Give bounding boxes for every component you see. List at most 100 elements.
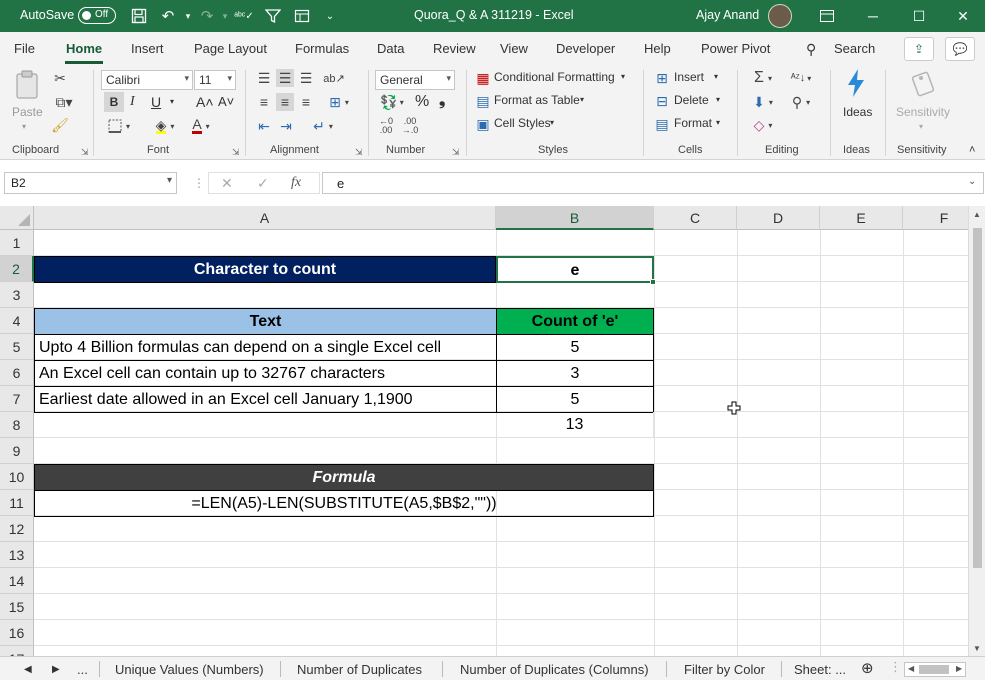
percent-style-button[interactable]: % [415,93,429,111]
tab-review[interactable]: Review [433,41,476,56]
align-right-icon[interactable]: ≡ [298,94,314,110]
row-header[interactable]: 3 [0,282,34,308]
row-header[interactable]: 10 [0,464,34,490]
accounting-format-icon[interactable]: 💱 ▾ [376,94,408,110]
row-header[interactable]: 8 [0,412,34,438]
sheet-tab[interactable]: Unique Values (Numbers) [115,662,264,677]
filter-icon[interactable] [263,6,283,26]
chevron-down-icon[interactable]: ▾ [716,95,720,104]
scrollbar-thumb[interactable] [919,665,949,674]
share-icon[interactable]: ⇪ [904,37,934,61]
clipboard-launcher-icon[interactable]: ⇲ [81,147,89,158]
select-all-corner[interactable] [0,206,34,230]
sensitivity-dropdown-icon[interactable]: ▾ [919,122,923,131]
alignment-launcher-icon[interactable]: ⇲ [355,147,363,158]
save-icon[interactable] [129,6,149,26]
cell-b7[interactable]: 5 [496,386,654,413]
cell-a4[interactable]: Text [34,308,497,335]
row-header[interactable]: 7 [0,386,34,412]
cell-b6[interactable]: 3 [496,360,654,387]
tab-developer[interactable]: Developer [556,41,615,56]
sheet-tab[interactable]: Filter by Color [684,662,765,677]
expand-formula-bar-icon[interactable]: ⌄ [968,176,976,187]
row-header[interactable]: 6 [0,360,34,386]
cell-b2-selected[interactable]: e [496,256,654,283]
spelling-icon[interactable]: ᵃᵇᶜ✓ [234,6,254,26]
column-header-d[interactable]: D [737,206,820,230]
sensitivity-icon[interactable] [910,68,938,98]
insert-function-icon[interactable]: fx [291,175,301,191]
row-header[interactable]: 14 [0,568,34,594]
column-header-f[interactable]: F [903,206,968,230]
form-icon[interactable] [292,6,312,26]
sensitivity-button[interactable]: Sensitivity [896,105,950,119]
format-painter-icon[interactable]: 🖌 [51,117,69,133]
delete-cells-icon[interactable]: ⊟ [654,93,670,109]
chevron-down-icon[interactable]: ▾ [621,72,625,81]
ideas-icon[interactable] [843,68,869,98]
cell-b5[interactable]: 5 [496,334,654,361]
row-header[interactable]: 2 [0,256,34,282]
row-header[interactable]: 15 [0,594,34,620]
tab-help[interactable]: Help [644,41,671,56]
add-sheet-icon[interactable]: ⊕ [861,659,874,677]
bold-button[interactable]: B [104,92,124,112]
conditional-formatting-button[interactable]: Conditional Formatting [494,70,615,84]
row-header[interactable]: 17 [0,646,34,656]
cell-b8[interactable]: 13 [496,412,654,438]
increase-decimal-icon[interactable]: ←0.00 [376,117,396,135]
customize-toolbar-icon[interactable]: ⌄ [320,6,340,26]
autosum-icon[interactable]: Σ ▾ [748,69,778,86]
row-header[interactable]: 4 [0,308,34,334]
row-header[interactable]: 5 [0,334,34,360]
formula-input[interactable]: e [322,172,984,194]
increase-font-size-icon[interactable]: A˄ [196,94,214,110]
close-icon[interactable]: ✕ [940,0,985,32]
chevron-down-icon[interactable]: ▾ [580,95,584,104]
underline-button[interactable]: U [151,94,161,110]
autosave-toggle[interactable]: Off [78,7,116,24]
insert-cells-icon[interactable]: ⊞ [654,70,670,86]
cell-styles-button[interactable]: Cell Styles [494,116,551,130]
increase-indent-icon[interactable]: ⇥ [278,118,294,134]
italic-button[interactable]: I [130,94,135,110]
fill-handle[interactable] [650,279,656,285]
redo-icon[interactable]: ↷ [197,6,217,26]
tab-file[interactable]: File [14,41,35,56]
row-header[interactable]: 16 [0,620,34,646]
paste-icon[interactable] [10,70,44,100]
tab-page-layout[interactable]: Page Layout [194,41,267,56]
delete-cells-button[interactable]: Delete [674,93,709,107]
ribbon-display-options-icon[interactable] [804,0,850,32]
previous-sheet-icon[interactable]: ◀ [24,664,32,675]
copy-icon[interactable]: ⧉▾ [52,94,76,110]
tab-view[interactable]: View [500,41,528,56]
font-size-dropdown[interactable]: 11 ▾ [194,70,236,90]
font-name-dropdown[interactable]: Calibri ▾ [101,70,193,90]
align-middle-icon[interactable]: ☰ [276,69,294,87]
enter-icon[interactable]: ✓ [257,175,269,192]
cell-a5[interactable]: Upto 4 Billion formulas can depend on a … [34,334,497,361]
minimize-icon[interactable]: ─ [850,0,896,32]
cell-a2[interactable]: Character to count [34,256,496,283]
row-header[interactable]: 9 [0,438,34,464]
clear-icon[interactable]: ◇ ▾ [748,117,778,133]
scroll-right-icon[interactable]: ▶ [956,664,962,673]
cell-a10[interactable]: Formula [34,464,654,491]
fill-icon[interactable]: ⬇ ▾ [748,94,778,110]
chevron-down-icon[interactable]: ▾ [714,72,718,81]
conditional-formatting-icon[interactable]: ▦ [475,70,491,86]
insert-cells-button[interactable]: Insert [674,70,704,84]
scroll-down-icon[interactable]: ▼ [973,644,981,653]
user-avatar[interactable] [768,4,792,28]
sheet-tab[interactable]: Number of Duplicates (Columns) [460,662,649,677]
decrease-font-size-icon[interactable]: A˅ [218,94,234,109]
maximize-icon[interactable]: ☐ [896,0,942,32]
cell-styles-icon[interactable]: ▣ [475,116,491,132]
ideas-button[interactable]: Ideas [843,105,872,119]
cut-icon[interactable]: ✂ [52,70,68,86]
undo-icon[interactable]: ↶ [158,6,178,26]
next-sheet-icon[interactable]: ▶ [52,664,60,675]
more-sheets-left[interactable]: ... [77,662,88,677]
user-name[interactable]: Ajay Anand [696,8,759,22]
